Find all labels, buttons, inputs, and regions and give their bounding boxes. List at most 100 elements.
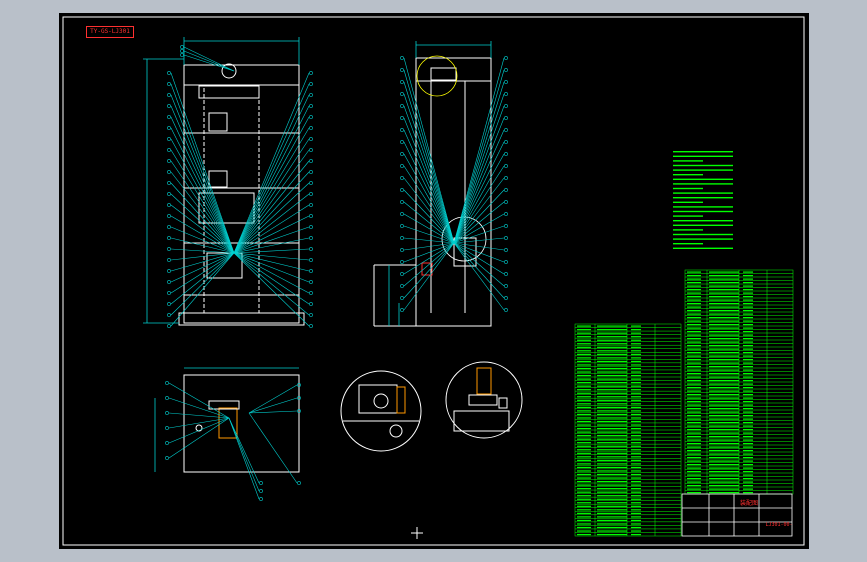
drawing-sheet: [62, 16, 805, 546]
detail-view-b: [445, 361, 523, 439]
balloon-marker: [165, 426, 169, 430]
balloon-marker: [167, 93, 171, 97]
balloon-marker: [400, 140, 404, 144]
leader-line: [453, 153, 505, 244]
cad-drawing-viewport[interactable]: TY-GS-LJ301 装配图 LJ301-00-00: [59, 13, 809, 549]
balloon-marker: [167, 302, 171, 306]
leader-line: [453, 117, 505, 244]
balloon-marker: [167, 280, 171, 284]
leader-line: [403, 129, 455, 244]
balloon-marker: [400, 176, 404, 180]
balloon-marker: [167, 126, 171, 130]
leader-line: [453, 242, 505, 311]
balloon-marker: [297, 481, 301, 485]
leader-line: [170, 252, 235, 327]
leader-line: [183, 46, 235, 72]
plan-view: [183, 374, 300, 473]
leader-line: [453, 165, 505, 244]
balloon-marker: [400, 248, 404, 252]
balloon-marker: [309, 258, 313, 262]
leader-line: [183, 50, 235, 72]
leader-line: [453, 81, 505, 244]
leader-line: [453, 242, 505, 299]
note-line: [673, 229, 703, 231]
balloon-marker: [504, 188, 508, 192]
balloon-marker: [165, 396, 169, 400]
leader-line: [228, 417, 260, 484]
balloon-marker: [259, 497, 263, 501]
leader-line: [403, 165, 455, 244]
leader-line: [168, 417, 230, 429]
parts-list-right: [684, 269, 794, 495]
balloon-marker: [167, 324, 171, 328]
leader-line: [248, 384, 298, 414]
leader-line: [403, 153, 455, 244]
leader-line: [403, 57, 455, 244]
note-line: [673, 243, 703, 245]
balloon-marker: [180, 53, 184, 57]
balloon-marker: [167, 291, 171, 295]
leader-line: [170, 116, 235, 254]
balloon-marker: [309, 302, 313, 306]
note-line: [673, 169, 733, 171]
balloon-marker: [309, 247, 313, 251]
plan-view-dimensions: [154, 367, 299, 472]
leader-line: [403, 93, 455, 244]
balloon-marker: [167, 225, 171, 229]
leader-line: [233, 160, 310, 254]
balloon-marker: [259, 481, 263, 485]
balloon-marker: [400, 152, 404, 156]
balloon-marker: [400, 272, 404, 276]
balloon-marker: [400, 104, 404, 108]
balloon-marker: [309, 291, 313, 295]
leader-lines: [165, 45, 508, 501]
note-line: [673, 151, 733, 153]
leader-line: [453, 242, 505, 263]
balloon-marker: [504, 212, 508, 216]
side-view: [373, 57, 492, 327]
balloon-marker: [167, 269, 171, 273]
center-mark: [411, 527, 423, 539]
front-view-dimensions: [143, 37, 300, 324]
balloon-marker: [167, 115, 171, 119]
leader-line: [233, 252, 310, 305]
balloon-marker: [309, 181, 313, 185]
balloon-marker: [167, 104, 171, 108]
leader-line: [233, 116, 310, 254]
balloon-marker: [309, 236, 313, 240]
balloon-marker: [309, 313, 313, 317]
balloon-marker: [504, 260, 508, 264]
balloon-marker: [309, 82, 313, 86]
note-line: [673, 178, 733, 180]
note-line: [673, 164, 733, 167]
balloon-marker: [504, 152, 508, 156]
balloon-marker: [167, 258, 171, 262]
note-line: [673, 155, 733, 157]
balloon-marker: [309, 170, 313, 174]
balloon-marker: [504, 224, 508, 228]
balloon-marker: [165, 381, 169, 385]
balloon-marker: [400, 296, 404, 300]
leader-line: [403, 242, 455, 275]
note-line: [673, 238, 733, 240]
balloon-marker: [167, 214, 171, 218]
balloon-marker: [167, 170, 171, 174]
balloon-marker: [504, 116, 508, 120]
note-line: [673, 174, 703, 176]
leader-line: [233, 83, 310, 254]
leader-line: [168, 412, 230, 419]
leader-line: [170, 149, 235, 254]
note-line: [673, 210, 733, 213]
leader-line: [403, 177, 455, 244]
balloon-marker: [167, 137, 171, 141]
balloon-marker: [400, 68, 404, 72]
balloon-marker: [504, 68, 508, 72]
leader-line: [453, 242, 505, 287]
leader-line: [453, 129, 505, 244]
note-line: [673, 224, 733, 226]
balloon-marker: [504, 140, 508, 144]
balloon-marker: [400, 260, 404, 264]
balloon-marker: [400, 236, 404, 240]
balloon-marker: [165, 441, 169, 445]
balloon-marker: [309, 324, 313, 328]
